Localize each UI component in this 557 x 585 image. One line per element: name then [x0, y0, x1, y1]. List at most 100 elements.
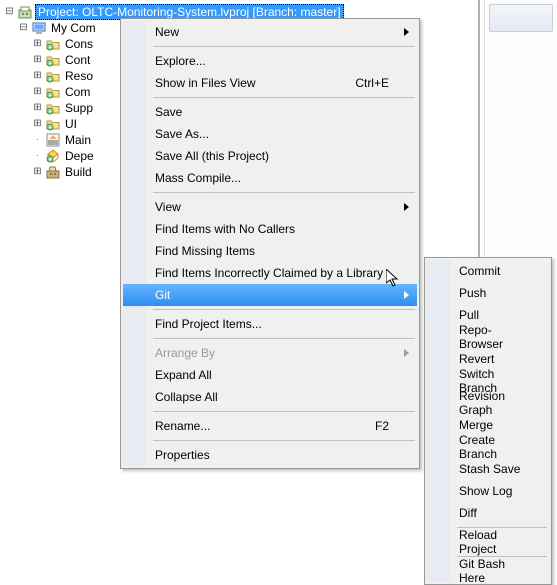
- expand-glyph[interactable]: ⊞: [32, 103, 43, 113]
- menu-item-view[interactable]: View: [123, 196, 417, 218]
- tree-item-label: Cons: [63, 37, 95, 51]
- menu-item-git[interactable]: Git: [123, 284, 417, 306]
- submenu-arrow-icon: [404, 291, 409, 299]
- expand-glyph[interactable]: ⊞: [32, 39, 43, 49]
- leaf-glyph: ·: [32, 151, 43, 161]
- menu-item-label: Commit: [459, 264, 500, 278]
- folder-icon: [45, 36, 61, 52]
- context-menu[interactable]: New Explore... Show in Files View Ctrl+E Sav…: [120, 18, 420, 469]
- tree-item-label: Main: [63, 133, 93, 147]
- menu-item-label: Diff: [459, 506, 477, 520]
- project-icon: [17, 4, 33, 20]
- expand-glyph[interactable]: ⊞: [32, 55, 43, 65]
- menu-item-label: Find Project Items...: [155, 317, 262, 331]
- menu-item-label: Mass Compile...: [155, 171, 241, 185]
- git-menu-item-create-branch[interactable]: Create Branch: [427, 436, 549, 458]
- menu-item-label: Show in Files View: [155, 76, 256, 90]
- menu-item-label: Revision Graph: [459, 389, 521, 417]
- tree-item-label: Cont: [63, 53, 92, 67]
- menu-item-save[interactable]: Save: [123, 101, 417, 123]
- expand-glyph[interactable]: ⊞: [32, 71, 43, 81]
- menu-item-label: Create Branch: [459, 433, 521, 461]
- menu-item-label: Revert: [459, 352, 494, 366]
- menu-separator: [153, 338, 415, 339]
- expand-glyph[interactable]: ⊞: [32, 167, 43, 177]
- git-menu-item-reload-project[interactable]: Reload Project: [427, 531, 549, 553]
- git-menu-item-git-bash-here[interactable]: Git Bash Here: [427, 560, 549, 582]
- menu-item-label: Push: [459, 286, 486, 300]
- menu-item-label: Arrange By: [155, 346, 215, 360]
- menu-item-label: Git: [155, 288, 170, 302]
- folder-icon: [45, 68, 61, 84]
- menu-item-label: Save All (this Project): [155, 149, 269, 163]
- menu-item-label: Rename...: [155, 419, 210, 433]
- menu-item-find-items-with-no-callers[interactable]: Find Items with No Callers: [123, 218, 417, 240]
- git-menu-item-diff[interactable]: Diff: [427, 502, 549, 524]
- menu-item-collapse-all[interactable]: Collapse All: [123, 386, 417, 408]
- menu-item-new[interactable]: New: [123, 21, 417, 43]
- leaf-glyph: ·: [32, 135, 43, 145]
- tree-item-label: UI: [63, 117, 79, 131]
- my-computer-label: My Com: [49, 21, 98, 35]
- vi-icon: [45, 132, 61, 148]
- menu-item-show-in-files-view[interactable]: Show in Files View Ctrl+E: [123, 72, 417, 94]
- submenu-arrow-icon: [404, 349, 409, 357]
- menu-item-arrange-by: Arrange By: [123, 342, 417, 364]
- collapse-glyph[interactable]: ⊟: [4, 7, 15, 17]
- git-menu-item-commit[interactable]: Commit: [427, 260, 549, 282]
- menu-item-rename[interactable]: Rename... F2: [123, 415, 417, 437]
- folder-icon: [45, 52, 61, 68]
- menu-item-label: Find Items Incorrectly Claimed by a Libr…: [155, 266, 383, 280]
- menu-item-label: Show Log: [459, 484, 512, 498]
- tree-item-label: Depe: [63, 149, 96, 163]
- menu-item-label: Explore...: [155, 54, 206, 68]
- menu-item-label: Expand All: [155, 368, 212, 382]
- git-menu-item-stash-save[interactable]: Stash Save: [427, 458, 549, 480]
- submenu-arrow-icon: [404, 203, 409, 211]
- dependencies-icon: [45, 148, 61, 164]
- menu-item-label: Pull: [459, 308, 479, 322]
- menu-item-label: Save: [155, 105, 182, 119]
- build-icon: [45, 164, 61, 180]
- menu-separator: [153, 309, 415, 310]
- git-menu-item-show-log[interactable]: Show Log: [427, 480, 549, 502]
- menu-item-properties[interactable]: Properties: [123, 444, 417, 466]
- menu-item-explore[interactable]: Explore...: [123, 50, 417, 72]
- menu-item-label: Repo-Browser: [459, 323, 521, 351]
- menu-item-find-items-incorrectly-claimed-by-a-library[interactable]: Find Items Incorrectly Claimed by a Libr…: [123, 262, 417, 284]
- expand-glyph[interactable]: ⊞: [32, 87, 43, 97]
- right-pane-header: [489, 4, 553, 32]
- folder-icon: [45, 116, 61, 132]
- menu-separator: [153, 440, 415, 441]
- tree-item-label: Com: [63, 85, 92, 99]
- menu-shortcut: Ctrl+E: [331, 76, 389, 90]
- menu-item-expand-all[interactable]: Expand All: [123, 364, 417, 386]
- folder-icon: [45, 84, 61, 100]
- menu-item-mass-compile[interactable]: Mass Compile...: [123, 167, 417, 189]
- menu-separator: [153, 97, 415, 98]
- menu-item-label: Find Items with No Callers: [155, 222, 295, 236]
- computer-icon: [31, 20, 47, 36]
- menu-item-save-all-this-project[interactable]: Save All (this Project): [123, 145, 417, 167]
- tree-item-label: Reso: [63, 69, 95, 83]
- menu-item-label: Collapse All: [155, 390, 218, 404]
- collapse-glyph[interactable]: ⊟: [18, 23, 29, 33]
- menu-separator: [153, 192, 415, 193]
- menu-item-label: Properties: [155, 448, 210, 462]
- git-menu-item-revision-graph[interactable]: Revision Graph: [427, 392, 549, 414]
- menu-item-save-as[interactable]: Save As...: [123, 123, 417, 145]
- menu-item-label: Save As...: [155, 127, 209, 141]
- menu-separator: [153, 411, 415, 412]
- git-menu-item-push[interactable]: Push: [427, 282, 549, 304]
- tree-item-label: Build: [63, 165, 94, 179]
- menu-item-find-missing-items[interactable]: Find Missing Items: [123, 240, 417, 262]
- menu-separator: [153, 46, 415, 47]
- git-menu-item-repo-browser[interactable]: Repo-Browser: [427, 326, 549, 348]
- expand-glyph[interactable]: ⊞: [32, 119, 43, 129]
- menu-item-label: Find Missing Items: [155, 244, 255, 258]
- menu-shortcut: F2: [351, 419, 389, 433]
- menu-item-find-project-items[interactable]: Find Project Items...: [123, 313, 417, 335]
- folder-icon: [45, 100, 61, 116]
- git-submenu[interactable]: CommitPushPullRepo-BrowserRevertSwitch B…: [424, 257, 552, 585]
- menu-item-label: Stash Save: [459, 462, 520, 476]
